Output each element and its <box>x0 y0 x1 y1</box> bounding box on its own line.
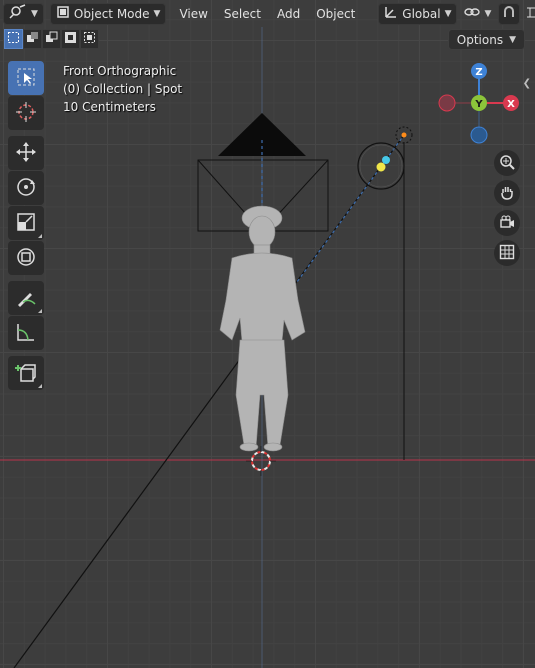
grid-scale: 10 Centimeters <box>63 100 156 114</box>
menu-select[interactable]: Select <box>217 3 268 25</box>
select-new-button[interactable] <box>4 29 23 49</box>
move-icon <box>15 141 37 166</box>
annotate-icon <box>15 286 37 311</box>
select-new-icon <box>7 31 20 47</box>
snap-grid-icon <box>525 5 535 22</box>
gizmo-neg-z-axis <box>470 126 488 144</box>
chevron-down-icon: ▼ <box>31 8 38 19</box>
sidebar-expand-icon[interactable]: ❮ <box>523 78 531 89</box>
zoom-icon <box>499 154 515 173</box>
mode-selector-label: Object Mode <box>73 6 150 21</box>
editor-type-icon <box>9 4 27 23</box>
select-subtract-icon <box>45 31 58 47</box>
view-name: Front Orthographic <box>63 64 177 78</box>
svg-text:Z: Z <box>475 67 482 78</box>
cursor-tool[interactable] <box>8 96 44 130</box>
3d-viewport[interactable]: Z X Y ▼ Object Mode ▼ View Select Add Ob… <box>0 0 535 668</box>
pan-button[interactable] <box>494 180 520 206</box>
rotate-icon <box>15 176 37 201</box>
move-tool[interactable] <box>8 136 44 170</box>
transform-orientation-label: Global <box>402 6 441 21</box>
select-intersect-icon <box>83 31 96 47</box>
svg-text:X: X <box>507 99 515 110</box>
pivot-point-button[interactable]: ▼ <box>459 3 496 25</box>
grid-icon <box>499 244 515 263</box>
tool-shelf <box>8 61 44 396</box>
viewport-info-overlay: Front Orthographic (0) Collection | Spot… <box>63 62 182 116</box>
menu-view[interactable]: View <box>172 3 214 25</box>
cursor-icon <box>15 101 37 126</box>
rotate-tool[interactable] <box>8 171 44 205</box>
global-orientation-icon <box>384 5 398 22</box>
menu-add[interactable]: Add <box>270 3 307 25</box>
add-cube-icon <box>15 361 37 386</box>
snap-target-button[interactable]: ▼ <box>522 3 535 25</box>
options-label: Options <box>456 32 504 47</box>
hand-icon <box>499 184 515 203</box>
select-box-tool[interactable] <box>8 61 44 95</box>
chevron-down-icon: ▼ <box>509 34 516 45</box>
transform-tool[interactable] <box>8 241 44 275</box>
select-box-icon <box>15 66 37 91</box>
chevron-down-icon: ▼ <box>444 8 452 19</box>
chevron-down-icon: ▼ <box>484 8 492 19</box>
scale-icon <box>15 211 37 236</box>
annotate-tool[interactable] <box>8 281 44 315</box>
transform-icon <box>15 246 37 271</box>
snap-toggle-button[interactable] <box>498 2 521 25</box>
select-extend-button[interactable] <box>23 29 42 49</box>
collection-info: (0) Collection | Spot <box>63 82 183 96</box>
measure-tool[interactable] <box>8 316 44 350</box>
select-subtract-button[interactable] <box>42 29 61 49</box>
camera-icon <box>499 214 515 233</box>
measure-icon <box>15 321 37 346</box>
editor-type-button[interactable]: ▼ <box>3 2 44 25</box>
selection-mode-group <box>4 29 99 51</box>
menu-object[interactable]: Object <box>309 3 362 25</box>
link-icon <box>464 5 481 22</box>
zoom-button[interactable] <box>494 150 520 176</box>
scale-tool[interactable] <box>8 206 44 240</box>
chevron-down-icon: ▼ <box>153 8 161 19</box>
magnet-icon <box>502 5 516 22</box>
svg-text:Y: Y <box>474 99 483 110</box>
add-cube-tool[interactable] <box>8 356 44 390</box>
select-extend-icon <box>26 31 39 47</box>
transform-orientation-selector[interactable]: Global ▼ <box>378 2 458 25</box>
toggle-perspective-button[interactable] <box>494 240 520 266</box>
camera-view-button[interactable] <box>494 210 520 236</box>
light-direction-line <box>13 134 405 668</box>
select-invert-button[interactable] <box>61 29 80 49</box>
options-dropdown[interactable]: Options ▼ <box>447 29 525 50</box>
select-intersect-button[interactable] <box>80 29 99 49</box>
viewport-header: ▼ Object Mode ▼ View Select Add Object G… <box>0 0 535 27</box>
mode-selector[interactable]: Object Mode ▼ <box>49 2 167 25</box>
navigation-gizmo: Z X Y <box>438 63 519 144</box>
gizmo-neg-x-axis <box>438 94 456 112</box>
object-mode-icon <box>56 5 70 22</box>
select-invert-icon <box>64 31 77 47</box>
